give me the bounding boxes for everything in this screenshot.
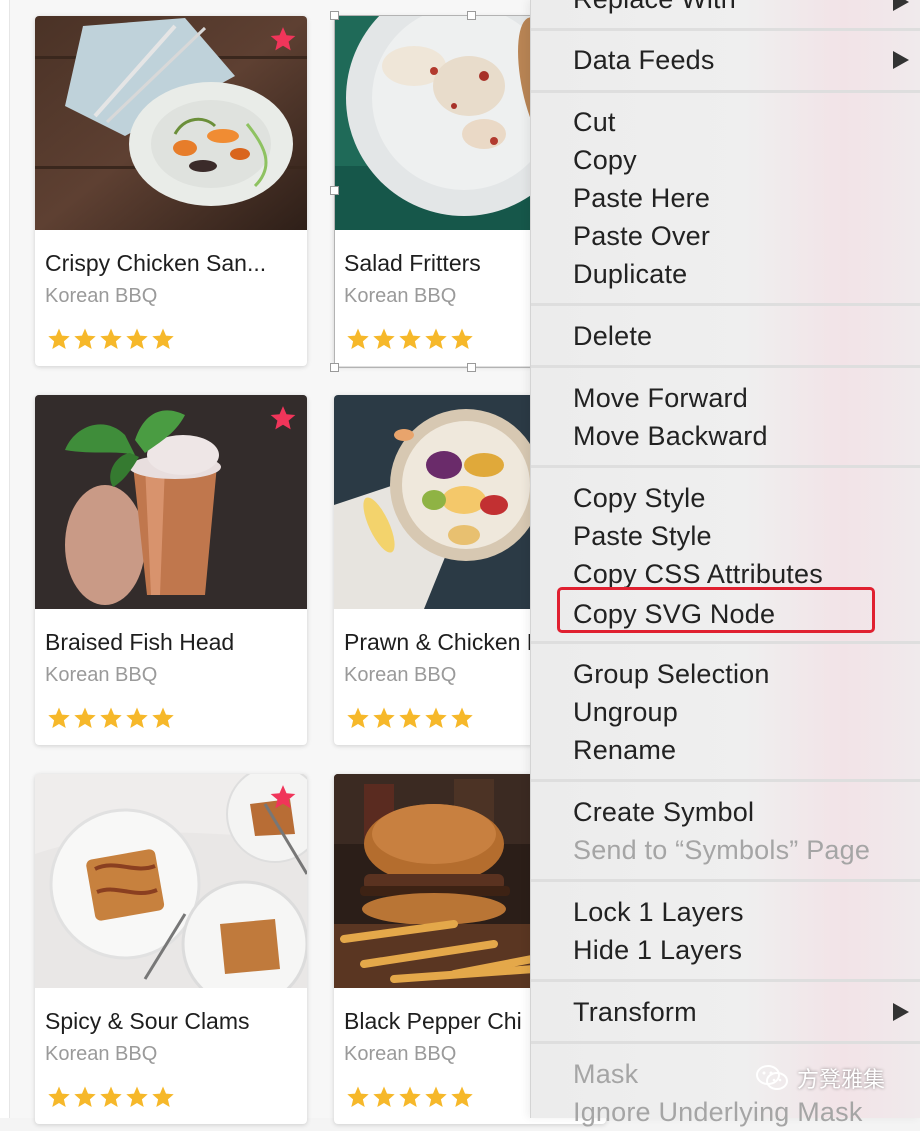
- card-title: Crispy Chicken San...: [45, 250, 267, 276]
- star-icon: [346, 706, 370, 730]
- star-icon: [73, 706, 97, 730]
- menu-item-move-backward[interactable]: Move Backward: [573, 417, 768, 455]
- star-icon: [398, 706, 422, 730]
- menu-item-ungroup[interactable]: Ungroup: [573, 693, 678, 731]
- menu-item-mask: Mask: [573, 1059, 639, 1089]
- card-title: Braised Fish Head: [45, 629, 235, 655]
- menu-item-delete[interactable]: Delete: [573, 317, 652, 355]
- rating-stars: [47, 1085, 175, 1109]
- card-subtitle: Korean BBQ: [45, 1043, 158, 1065]
- watermark-text: 方凳雅集: [797, 1067, 886, 1092]
- menu-item-send-to-symbols-page: Send to “Symbols” Page: [573, 835, 871, 865]
- menu-item-move-forward[interactable]: Move Forward: [573, 379, 748, 417]
- plated-vegetables-photo: [35, 16, 307, 230]
- star-icon: [99, 327, 123, 351]
- menu-separator: [531, 1041, 920, 1044]
- menu-separator: [531, 28, 920, 31]
- resize-handle[interactable]: [330, 11, 339, 20]
- star-icon: [99, 706, 123, 730]
- star-icon: [47, 1085, 71, 1109]
- submenu-arrow-icon: [893, 51, 909, 69]
- food-card-spicy-sour-clams[interactable]: Spicy & Sour Clams Korean BBQ: [35, 774, 307, 1124]
- star-icon: [424, 706, 448, 730]
- card-subtitle: Korean BBQ: [344, 664, 457, 686]
- menu-separator: [531, 779, 920, 782]
- star-icon: [73, 327, 97, 351]
- star-icon: [450, 706, 474, 730]
- resize-handle[interactable]: [467, 363, 476, 372]
- menu-item-copy-style[interactable]: Copy Style: [573, 479, 706, 517]
- star-icon: [125, 327, 149, 351]
- star-icon: [151, 1085, 175, 1109]
- star-icon: [125, 1085, 149, 1109]
- menu-item-cut[interactable]: Cut: [573, 103, 616, 141]
- star-icon: [99, 1085, 123, 1109]
- favorite-star-icon[interactable]: [269, 404, 297, 432]
- highlight-annotation: [557, 587, 875, 633]
- resize-handle[interactable]: [467, 11, 476, 20]
- menu-item-paste-style[interactable]: Paste Style: [573, 517, 712, 555]
- menu-item-paste-over[interactable]: Paste Over: [573, 217, 710, 255]
- star-icon: [151, 706, 175, 730]
- star-icon: [398, 1085, 422, 1109]
- menu-separator: [531, 641, 920, 644]
- submenu-arrow-icon: [893, 0, 909, 11]
- menu-item-lock-layers[interactable]: Lock 1 Layers: [573, 893, 744, 931]
- menu-item-rename[interactable]: Rename: [573, 731, 676, 769]
- star-icon: [151, 327, 175, 351]
- watermark: 方凳雅集: [755, 1061, 885, 1095]
- food-card-crispy-chicken[interactable]: Crispy Chicken San... Korean BBQ: [35, 16, 307, 366]
- menu-separator: [531, 365, 920, 368]
- star-icon: [372, 1085, 396, 1109]
- rating-stars: [47, 327, 175, 351]
- menu-item-duplicate[interactable]: Duplicate: [573, 255, 687, 293]
- apple-tart-photo: [35, 774, 307, 988]
- star-icon: [346, 1085, 370, 1109]
- menu-separator: [531, 90, 920, 93]
- star-icon: [47, 706, 71, 730]
- menu-item-hide-layers[interactable]: Hide 1 Layers: [573, 931, 742, 969]
- card-subtitle: Korean BBQ: [344, 1043, 457, 1065]
- star-icon: [47, 327, 71, 351]
- card-subtitle: Korean BBQ: [45, 664, 158, 686]
- resize-handle[interactable]: [330, 363, 339, 372]
- star-icon: [424, 1085, 448, 1109]
- menu-item-copy[interactable]: Copy: [573, 141, 637, 179]
- food-card-braised-fish-head[interactable]: Braised Fish Head Korean BBQ: [35, 395, 307, 745]
- menu-item-data-feeds[interactable]: Data Feeds: [573, 41, 715, 79]
- star-icon: [125, 706, 149, 730]
- menu-item-create-symbol[interactable]: Create Symbol: [573, 793, 754, 831]
- context-menu: Replace With Data Feeds Cut Copy Paste H…: [530, 0, 920, 1127]
- menu-item-group-selection[interactable]: Group Selection: [573, 655, 770, 693]
- menu-item-replace-with[interactable]: Replace With: [573, 0, 736, 18]
- card-subtitle: Korean BBQ: [45, 285, 158, 307]
- favorite-star-icon[interactable]: [269, 783, 297, 811]
- star-icon: [450, 1085, 474, 1109]
- menu-separator: [531, 303, 920, 306]
- menu-item-transform[interactable]: Transform: [573, 993, 697, 1031]
- rating-stars: [346, 706, 474, 730]
- star-icon: [372, 706, 396, 730]
- canvas-left-edge: [0, 0, 10, 1118]
- menu-separator: [531, 979, 920, 982]
- wechat-icon: [756, 1065, 788, 1090]
- submenu-arrow-icon: [893, 1003, 909, 1021]
- rating-stars: [47, 706, 175, 730]
- star-icon: [73, 1085, 97, 1109]
- menu-separator: [531, 879, 920, 882]
- menu-item-paste-here[interactable]: Paste Here: [573, 179, 710, 217]
- menu-separator: [531, 465, 920, 468]
- favorite-star-icon[interactable]: [269, 25, 297, 53]
- copper-cup-drink-photo: [35, 395, 307, 609]
- resize-handle[interactable]: [330, 186, 339, 195]
- rating-stars: [346, 1085, 474, 1109]
- menu-item-ignore-underlying-mask: Ignore Underlying Mask: [573, 1097, 863, 1127]
- card-title: Spicy & Sour Clams: [45, 1008, 250, 1034]
